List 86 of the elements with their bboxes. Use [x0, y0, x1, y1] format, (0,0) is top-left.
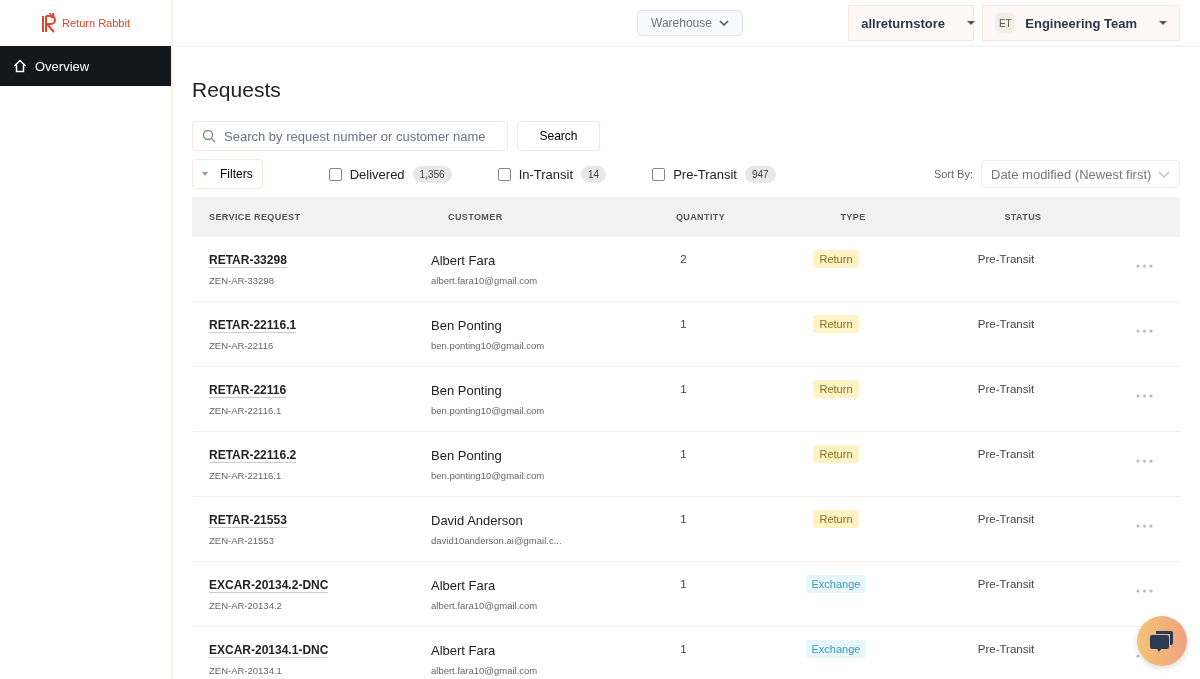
reference-number: ZEN-AR-21553: [209, 535, 275, 546]
more-icon[interactable]: [1136, 329, 1153, 333]
reference-number: ZEN-AR-20134.1: [209, 665, 283, 676]
count-badge: 14: [581, 165, 607, 183]
request-link[interactable]: RETAR-22116.2: [209, 448, 297, 463]
quantity: 2: [680, 253, 687, 265]
status-text: Pre-Transit: [977, 643, 1035, 655]
customer-name: Ben Ponting: [431, 318, 503, 333]
status-text: Pre-Transit: [977, 318, 1035, 330]
chat-button[interactable]: [1137, 616, 1187, 666]
type-badge: Exchange: [805, 575, 867, 593]
customer-email: ben.ponting10@gmail.com: [431, 470, 546, 481]
quantity: 1: [680, 318, 687, 330]
request-link[interactable]: RETAR-33298: [209, 253, 287, 268]
quantity: 1: [680, 513, 687, 525]
request-link[interactable]: RETAR-21553: [209, 513, 287, 528]
type-badge: Return: [813, 315, 859, 333]
request-link[interactable]: RETAR-22116.1: [209, 318, 297, 333]
more-icon[interactable]: [1136, 589, 1153, 593]
customer-email: ben.ponting10@gmail.com: [431, 405, 546, 416]
request-link[interactable]: RETAR-22116: [209, 383, 287, 398]
reference-number: ZEN-AR-33298: [209, 275, 275, 286]
column-header: QUANTITY: [674, 212, 727, 222]
filter-label: Pre-Transit: [673, 166, 737, 182]
request-link[interactable]: EXCAR-20134.1-DNC: [209, 643, 329, 658]
warehouse-dropdown[interactable]: Warehouse: [637, 10, 743, 36]
checkbox[interactable]: [328, 167, 342, 181]
status-text: Pre-Transit: [977, 253, 1035, 265]
customer-name: Albert Fara: [431, 253, 497, 268]
checkbox[interactable]: [497, 167, 511, 181]
quantity: 1: [680, 448, 687, 460]
chat-icon: [1149, 628, 1175, 654]
chevron-down-icon: [1158, 170, 1170, 178]
more-icon[interactable]: [1136, 394, 1153, 398]
more-icon[interactable]: [1136, 459, 1153, 463]
search-field[interactable]: Search by request number or customer name: [192, 121, 508, 151]
customer-email: albert.fara10@gmail.com: [431, 275, 539, 286]
status-text: Pre-Transit: [977, 578, 1035, 590]
filter-label: In-Transit: [518, 166, 574, 182]
customer-name: Ben Ponting: [431, 448, 503, 463]
type-badge: Return: [813, 250, 859, 268]
chevron-down-icon: [718, 20, 729, 26]
column-header: TYPE: [839, 212, 867, 222]
status-text: Pre-Transit: [977, 448, 1035, 460]
count-badge: 1,356: [412, 165, 452, 183]
customer-name: David Anderson: [431, 513, 524, 528]
sidebar-item[interactable]: Overview: [0, 46, 171, 86]
home-icon: [13, 59, 27, 73]
type-badge: Return: [813, 380, 859, 398]
more-icon[interactable]: [1136, 524, 1153, 528]
reference-number: ZEN-AR-22116: [209, 340, 275, 351]
more-icon[interactable]: [1136, 264, 1153, 268]
count-badge: 947: [745, 165, 776, 183]
customer-email: ben.ponting10@gmail.com: [431, 340, 546, 351]
search-button[interactable]: Search: [517, 121, 600, 151]
type-badge: Return: [813, 445, 859, 463]
column-header: STATUS: [1003, 212, 1043, 222]
customer-email: albert.fara10@gmail.com: [431, 665, 539, 676]
reference-number: ZEN-AR-22116.1: [209, 405, 283, 416]
quantity: 1: [680, 578, 687, 590]
type-badge: Exchange: [805, 640, 867, 658]
team-dropdown[interactable]: ET Engineering Team: [982, 5, 1180, 41]
customer-email: david10anderson.ai@gmail.c...: [431, 535, 563, 546]
more-icon[interactable]: [1136, 654, 1140, 658]
filters-button[interactable]: Filters: [192, 159, 263, 189]
page-title: Requests: [192, 78, 282, 103]
request-link[interactable]: EXCAR-20134.2-DNC: [209, 578, 329, 593]
sort-label: Sort By:: [933, 168, 973, 180]
type-badge: Return: [813, 510, 859, 528]
brand-name: Return Rabbit: [62, 17, 130, 29]
store-dropdown[interactable]: allreturnstore: [848, 5, 975, 41]
filter-label: Delivered: [349, 166, 405, 182]
quantity: 1: [680, 643, 687, 655]
customer-name: Albert Fara: [431, 643, 497, 658]
customer-name: Ben Ponting: [431, 383, 503, 398]
column-header: SERVICE REQUEST: [208, 212, 302, 222]
status-text: Pre-Transit: [977, 383, 1035, 395]
checkbox[interactable]: [652, 167, 666, 181]
quantity: 1: [680, 383, 687, 395]
status-text: Pre-Transit: [977, 513, 1035, 525]
reference-number: ZEN-AR-22116.1: [209, 470, 283, 481]
sort-dropdown[interactable]: Date modified (Newest first): [981, 160, 1180, 188]
customer-name: Albert Fara: [431, 578, 497, 593]
column-header: CUSTOMER: [448, 212, 504, 222]
reference-number: ZEN-AR-20134.2: [209, 600, 283, 611]
customer-email: albert.fara10@gmail.com: [431, 600, 539, 611]
